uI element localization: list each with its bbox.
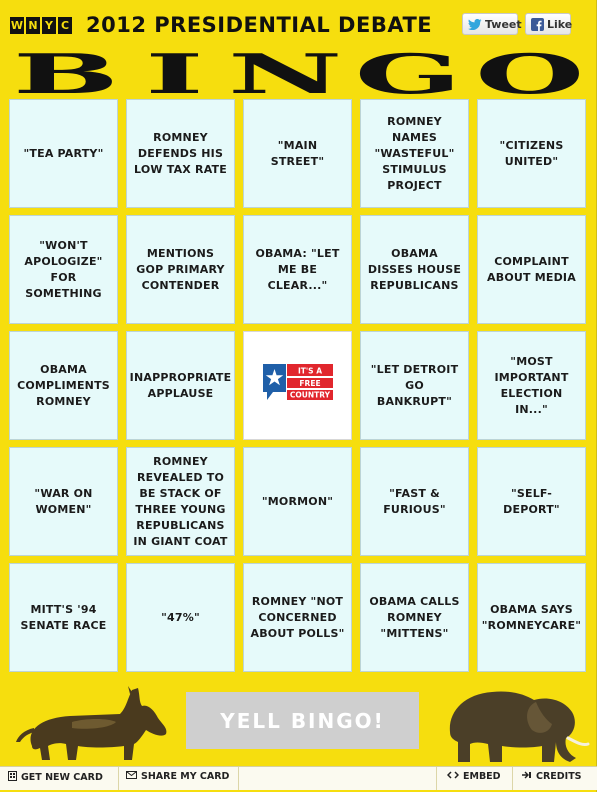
square-label: OBAMA CALLS ROMNEY "MITTENS"	[369, 594, 460, 640]
free-space: IT'S A FREE COUNTRY	[243, 331, 352, 440]
square-label: "WAR ON WOMEN"	[34, 486, 93, 516]
facebook-like-button[interactable]: Like	[525, 13, 573, 35]
square-label: "FAST & FURIOUS"	[383, 486, 446, 516]
bingo-square[interactable]: "WON'T APOLOGIZE" FOR SOMETHING	[9, 215, 118, 324]
banner-letter: G	[354, 42, 462, 106]
logo-letter: Y	[42, 17, 56, 34]
bingo-square[interactable]: "CITIZENS UNITED"	[477, 99, 586, 208]
banner-letter: N	[227, 42, 343, 106]
bingo-square[interactable]: "SELF-DEPORT"	[477, 447, 586, 556]
logo-line: COUNTRY	[289, 390, 330, 399]
bingo-square[interactable]: "LET DETROIT GO BANKRUPT"	[360, 331, 469, 440]
square-label: ROMNEY REVEALED TO BE STACK OF THREE YOU…	[133, 454, 228, 548]
square-label: "47%"	[161, 610, 200, 624]
bingo-square[interactable]: COMPLAINT ABOUT MEDIA	[477, 215, 586, 324]
share-my-card-link[interactable]: SHARE MY CARD	[126, 771, 229, 782]
banner-letter: O	[475, 42, 585, 106]
card-icon	[8, 771, 17, 784]
square-label: OBAMA COMPLIMENTS ROMNEY	[17, 362, 110, 408]
logo-line: IT'S A	[297, 366, 321, 375]
square-label: OBAMA: "LET ME BE CLEAR..."	[255, 246, 340, 292]
logo-letter: W	[10, 17, 24, 34]
wnyc-logo[interactable]: W N Y C	[10, 17, 72, 34]
banner-letter: I	[145, 42, 204, 106]
logo-line: FREE	[299, 379, 320, 388]
credits-icon	[522, 771, 532, 782]
square-label: "SELF-DEPORT"	[503, 486, 560, 516]
embed-link[interactable]: EMBED	[446, 771, 501, 782]
bingo-square[interactable]: OBAMA: "LET ME BE CLEAR..."	[243, 215, 352, 324]
square-label: INAPPROPRIATE APPLAUSE	[129, 370, 232, 400]
square-label: ROMNEY "NOT CONCERNED ABOUT POLLS"	[250, 594, 345, 640]
bingo-square[interactable]: ROMNEY "NOT CONCERNED ABOUT POLLS"	[243, 563, 352, 672]
square-label: "WON'T APOLOGIZE" FOR SOMETHING	[24, 238, 103, 300]
bingo-square[interactable]: "FAST & FURIOUS"	[360, 447, 469, 556]
elephant-illustration	[449, 691, 590, 762]
logo-letter: C	[58, 17, 72, 34]
square-label: MENTIONS GOP PRIMARY CONTENDER	[136, 246, 225, 292]
square-label: "TEA PARTY"	[23, 146, 104, 160]
page-title: 2012 PRESIDENTIAL DEBATE	[86, 13, 433, 37]
footer-bar: GET NEW CARD SHARE MY CARD EMBED CREDITS	[0, 766, 597, 790]
get-new-card-link[interactable]: GET NEW CARD	[8, 771, 103, 784]
get-new-card-label: GET NEW CARD	[21, 772, 103, 783]
embed-code-icon	[446, 771, 460, 782]
bingo-card: "TEA PARTY" ROMNEY DEFENDS HIS LOW TAX R…	[9, 99, 586, 677]
twitter-bird-icon	[468, 18, 482, 30]
bingo-square[interactable]: MENTIONS GOP PRIMARY CONTENDER	[126, 215, 235, 324]
tweet-button[interactable]: Tweet	[462, 13, 522, 35]
credits-label: CREDITS	[536, 771, 582, 782]
bingo-square[interactable]: "TEA PARTY"	[9, 99, 118, 208]
footer-divider	[512, 767, 513, 790]
square-label: "MAIN STREET"	[270, 138, 325, 168]
envelope-icon	[126, 771, 137, 782]
bingo-square[interactable]: INAPPROPRIATE APPLAUSE	[126, 331, 235, 440]
bingo-square[interactable]: "WAR ON WOMEN"	[9, 447, 118, 556]
bingo-square[interactable]: "MOST IMPORTANT ELECTION IN..."	[477, 331, 586, 440]
bingo-square[interactable]: "MAIN STREET"	[243, 99, 352, 208]
bingo-square[interactable]: "MORMON"	[243, 447, 352, 556]
bingo-square[interactable]: ROMNEY NAMES "WASTEFUL" STIMULUS PROJECT	[360, 99, 469, 208]
donkey-illustration	[16, 686, 167, 760]
banner-letter: B	[13, 42, 120, 106]
square-label: ROMNEY NAMES "WASTEFUL" STIMULUS PROJECT	[374, 114, 455, 192]
bingo-square[interactable]: MITT'S '94 SENATE RACE	[9, 563, 118, 672]
footer-divider	[118, 767, 119, 790]
bingo-square[interactable]: "47%"	[126, 563, 235, 672]
bingo-square[interactable]: ROMNEY DEFENDS HIS LOW TAX RATE	[126, 99, 235, 208]
bingo-banner: B I N G O	[6, 42, 591, 106]
embed-label: EMBED	[463, 771, 501, 782]
square-label: "MOST IMPORTANT ELECTION IN..."	[494, 354, 569, 416]
credits-link[interactable]: CREDITS	[522, 771, 582, 782]
square-label: OBAMA DISSES HOUSE REPUBLICANS	[367, 246, 462, 292]
its-a-free-country-logo: IT'S A FREE COUNTRY	[262, 363, 333, 400]
facebook-icon	[531, 17, 544, 31]
tweet-label: Tweet	[485, 17, 522, 31]
bingo-square[interactable]: OBAMA DISSES HOUSE REPUBLICANS	[360, 215, 469, 324]
bingo-square[interactable]: ROMNEY REVEALED TO BE STACK OF THREE YOU…	[126, 447, 235, 556]
square-label: "CITIZENS UNITED"	[499, 138, 564, 168]
square-label: "MORMON"	[261, 494, 334, 508]
square-label: MITT'S '94 SENATE RACE	[20, 602, 107, 632]
footer-divider	[238, 767, 239, 790]
square-label: COMPLAINT ABOUT MEDIA	[487, 254, 576, 284]
share-my-card-label: SHARE MY CARD	[141, 771, 230, 782]
yell-bingo-button[interactable]: YELL BINGO!	[186, 692, 419, 749]
square-label: ROMNEY DEFENDS HIS LOW TAX RATE	[134, 130, 227, 176]
like-label: Like	[547, 17, 573, 31]
bingo-square[interactable]: OBAMA CALLS ROMNEY "MITTENS"	[360, 563, 469, 672]
logo-letter: N	[26, 17, 40, 34]
bingo-widget: W N Y C 2012 PRESIDENTIAL DEBATE Tweet L…	[0, 0, 597, 792]
square-label: "LET DETROIT GO BANKRUPT"	[370, 362, 459, 408]
footer-divider	[436, 767, 437, 790]
bingo-square[interactable]: OBAMA COMPLIMENTS ROMNEY	[9, 331, 118, 440]
square-label: OBAMA SAYS "ROMNEYCARE"	[481, 602, 582, 632]
bingo-square[interactable]: OBAMA SAYS "ROMNEYCARE"	[477, 563, 586, 672]
